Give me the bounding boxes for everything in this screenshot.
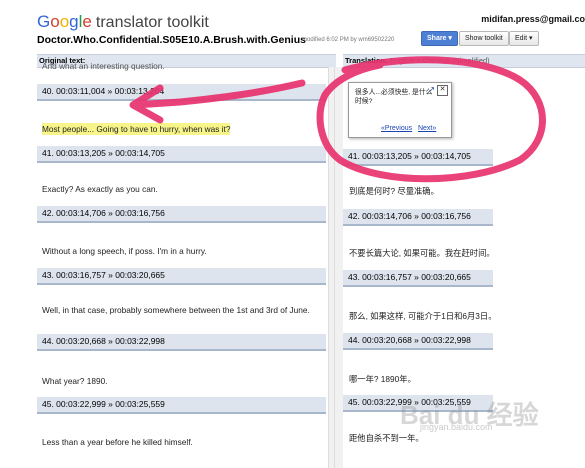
timecode-bar[interactable]: 43. 00:03:16,757 » 00:03:20,665 xyxy=(37,268,326,285)
timecode-bar[interactable]: 41. 00:03:13,205 » 00:03:14,705 xyxy=(37,146,326,163)
timecode-bar[interactable]: 43. 00:03:16,757 » 00:03:20,665 xyxy=(343,270,493,287)
share-button[interactable]: Share ▾ xyxy=(421,31,458,46)
popup-translation-text[interactable]: 很多人...必须快些, 是什么时候? xyxy=(355,88,433,106)
original-segment-selected[interactable]: Most people... Going to have to hurry, w… xyxy=(42,123,231,135)
language-pair[interactable]: English » Chinese (Simplified) xyxy=(390,56,490,65)
original-segment[interactable]: Without a long speech, if poss. I'm in a… xyxy=(42,246,207,256)
original-segment[interactable]: Less than a year before he killed himsel… xyxy=(42,437,193,447)
translation-pane-scrollbar[interactable] xyxy=(334,67,343,468)
document-title: Doctor.Who.Confidential.S05E10.A.Brush.w… xyxy=(37,34,306,46)
timecode: 44. 00:03:20,668 » 00:03:22,998 xyxy=(348,335,471,345)
translation-header: Translation: English » Chinese (Simplifi… xyxy=(343,54,585,68)
logo-letter: o xyxy=(50,12,60,31)
translation-segment[interactable]: 距他自杀不到一年。 xyxy=(349,432,424,444)
show-toolkit-button[interactable]: Show toolkit xyxy=(459,31,509,46)
timecode: 42. 00:03:14,706 » 00:03:16,756 xyxy=(42,208,165,218)
popup-navigation: «Previous Next» xyxy=(381,125,436,132)
timecode: 45. 00:03:22,999 » 00:03:25,559 xyxy=(42,399,165,409)
translation-segment[interactable]: 到底是何时? 尽量准确。 xyxy=(349,185,439,197)
logo-letter: G xyxy=(37,12,51,31)
translation-edit-popup[interactable]: 很多人...必须快些, 是什么时候? ↗ ✕ «Previous Next» xyxy=(348,82,452,138)
translation-segment[interactable]: 哪一年? 1890年。 xyxy=(349,373,416,385)
previous-link[interactable]: «Previous xyxy=(381,125,412,132)
timecode: 43. 00:03:16,757 » 00:03:20,665 xyxy=(348,272,471,282)
original-segment[interactable]: What year? 1890. xyxy=(42,376,108,386)
expand-icon[interactable]: ↗ xyxy=(428,85,435,94)
translation-segment[interactable]: 那么, 如果这样, 可能介于1日和6月3日。 xyxy=(349,310,497,322)
baidu-watermark-url: jingyan.baidu.com xyxy=(420,422,493,432)
original-segment[interactable]: Exactly? As exactly as you can. xyxy=(42,184,158,194)
original-segment-partial[interactable]: And what an interesting question. xyxy=(42,61,165,71)
timecode: 44. 00:03:20,668 » 00:03:22,998 xyxy=(42,336,165,346)
timecode: 42. 00:03:14,706 » 00:03:16,756 xyxy=(348,211,471,221)
translator-toolkit-page: { "header": { "logo_letters": ["G","o","… xyxy=(0,0,585,468)
timecode: 41. 00:03:13,205 » 00:03:14,705 xyxy=(42,148,165,158)
timecode-bar[interactable]: 45. 00:03:22,999 » 00:03:25,559 xyxy=(37,397,326,414)
timecode: 41. 00:03:13,205 » 00:03:14,705 xyxy=(348,151,471,161)
logo-letter: e xyxy=(82,12,92,31)
edit-button[interactable]: Edit ▾ xyxy=(509,31,539,46)
timecode-bar[interactable]: 40. 00:03:11,004 » 00:03:13,204 xyxy=(37,84,326,101)
timecode: 43. 00:03:16,757 » 00:03:20,665 xyxy=(42,270,165,280)
logo-subtitle: translator toolkit xyxy=(95,14,209,31)
translation-label: Translation: xyxy=(345,56,388,65)
close-icon[interactable]: ✕ xyxy=(437,85,448,96)
google-translator-toolkit-logo[interactable]: Google translator toolkit xyxy=(37,12,209,32)
timecode-bar[interactable]: 44. 00:03:20,668 » 00:03:22,998 xyxy=(37,334,326,351)
timecode: 40. 00:03:11,004 » 00:03:13,204 xyxy=(42,86,165,96)
logo-letter: g xyxy=(69,12,79,31)
timecode-bar[interactable]: 42. 00:03:14,706 » 00:03:16,756 xyxy=(343,209,493,226)
timecode-bar[interactable]: 41. 00:03:13,205 » 00:03:14,705 xyxy=(343,149,493,166)
next-link[interactable]: Next» xyxy=(418,125,436,132)
timecode-bar[interactable]: 44. 00:03:20,668 » 00:03:22,998 xyxy=(343,333,493,350)
user-email[interactable]: midifan.press@gmail.co xyxy=(481,14,585,24)
timecode-bar[interactable]: 42. 00:03:14,706 » 00:03:16,756 xyxy=(37,206,326,223)
logo-letter: o xyxy=(59,12,70,31)
document-modified-info: modified 6:02 PM by wm69502220 xyxy=(302,37,395,43)
original-segment[interactable]: Well, in that case, probably somewhere b… xyxy=(42,305,320,316)
translation-segment[interactable]: 不要长篇大论, 如果可能。我在赶时间。 xyxy=(349,247,495,259)
